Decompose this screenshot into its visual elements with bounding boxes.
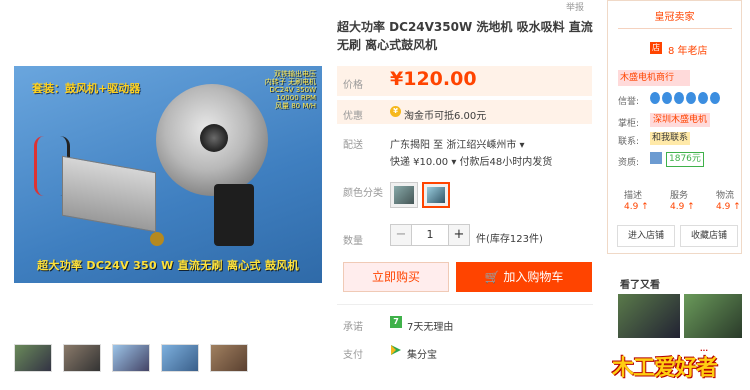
divider [337, 304, 593, 305]
jifenbao-icon [391, 345, 401, 355]
qualification-label: 资质: [618, 158, 640, 168]
diamond-icon [686, 92, 696, 104]
shop-badge-icon: 店 [650, 42, 662, 54]
set-label: 套装：鼓风机+驱动器 [32, 82, 141, 95]
main-product-image[interactable]: 套装：鼓风机+驱动器 双铁输出电压 内转子 无刷电机 DC24V 350W 10… [14, 66, 322, 283]
report-link[interactable]: 举报 [566, 0, 584, 13]
shop-age: 8 年老店 [668, 46, 708, 57]
diamond-icon [650, 92, 660, 104]
credit-label: 信誉: [618, 97, 640, 107]
diamond-icon [698, 92, 708, 104]
deposit-badge[interactable]: 1876元 [666, 152, 704, 167]
rating-description-value: 4.9 ↑ [624, 202, 649, 212]
taojinbi-coin-icon: ¥ [390, 106, 401, 117]
shipping-label: 配送 [343, 140, 363, 151]
diamond-icon [710, 92, 720, 104]
contact-label: 联系: [618, 137, 640, 147]
rating-logistics-label: 物流 [716, 191, 735, 201]
diamond-icon [662, 92, 672, 104]
enter-shop-button[interactable]: 进入店铺 [617, 225, 675, 247]
id-card-icon [650, 152, 662, 164]
rating-logistics-value: 4.9 ↑ [716, 202, 741, 212]
quantity-increase-button[interactable]: + [448, 225, 469, 245]
watermark-logo: 木工爱好者 [612, 356, 718, 381]
crown-seller-title: 皇冠卖家 [654, 12, 695, 23]
thumbnail[interactable] [63, 344, 101, 372]
also-viewed-title: 看了又看 [620, 280, 660, 291]
thumbnail[interactable] [112, 344, 150, 372]
coin-graphic [150, 232, 164, 246]
image-caption: 超大功率 DC24V 350 W 直流无刷 离心式 鼓风机 [37, 259, 299, 272]
shop-name-link[interactable]: 木盛电机商行 [618, 70, 690, 86]
price-value: ¥120.00 [390, 68, 477, 90]
payment-text[interactable]: 集分宝 [407, 346, 437, 361]
shipping-destination-select[interactable]: 广东揭阳 至 浙江绍兴嵊州市 ▾ [390, 136, 525, 151]
add-to-cart-label: 加入购物车 [503, 270, 564, 284]
thumbnail[interactable] [210, 344, 248, 372]
watermark-logo-sub: ... [700, 345, 708, 353]
add-to-cart-button[interactable]: 🛒 加入购物车 [456, 262, 592, 292]
also-viewed-item[interactable] [684, 294, 742, 338]
price-label: 价格 [343, 80, 363, 91]
quantity-decrease-button[interactable]: − [391, 225, 412, 245]
promise-label: 承诺 [343, 322, 363, 333]
color-label: 颜色分类 [343, 188, 383, 199]
product-title: 超大功率 DC24V350W 洗地机 吸水吸料 直流无刷 离心式鼓风机 [337, 20, 593, 52]
seven-day-return-icon: 7 [390, 316, 402, 328]
contact-seller-button[interactable]: 和我联系 [650, 132, 691, 145]
buy-now-button[interactable]: 立即购买 [343, 262, 449, 292]
rating-description-label: 描述 [624, 191, 643, 201]
quantity-input[interactable]: 1 [411, 225, 449, 245]
color-option-selected[interactable] [422, 182, 450, 208]
shipping-method-select[interactable]: 快递 ¥10.00 ▾ 付款后48小时内发货 [390, 153, 552, 168]
favorite-shop-button[interactable]: 收藏店铺 [680, 225, 738, 247]
rating-service-label: 服务 [670, 191, 689, 201]
promo-label: 优惠 [343, 111, 363, 122]
payment-label: 支付 [343, 350, 363, 361]
stock-text: 件(库存123件) [476, 234, 543, 245]
thumbnail[interactable] [161, 344, 199, 372]
cart-icon: 🛒 [484, 270, 504, 284]
also-viewed-item[interactable] [618, 294, 680, 338]
rating-service-value: 4.9 ↑ [670, 202, 695, 212]
promise-text[interactable]: 7天无理由 [407, 318, 453, 333]
keeper-name-link[interactable]: 深圳木盛电机 [650, 113, 711, 127]
keeper-label: 掌柜: [618, 119, 640, 129]
driver-graphic [62, 155, 156, 233]
thumbnail[interactable] [14, 344, 52, 372]
color-option-image [427, 187, 445, 203]
spec-text: 双铁输出电压 内转子 无刷电机 DC24V 350W 10000 RPM 风量 … [264, 70, 316, 110]
motor-outlet-graphic [214, 184, 254, 246]
motor-shaft-graphic [200, 124, 228, 152]
color-option-image [394, 186, 414, 204]
color-option[interactable] [390, 182, 418, 208]
promo-text: 淘金币可抵6.00元 [404, 111, 487, 122]
quantity-stepper: − 1 + [390, 224, 470, 246]
quantity-label: 数量 [343, 236, 363, 247]
diamond-icon [674, 92, 684, 104]
divider [618, 28, 732, 29]
